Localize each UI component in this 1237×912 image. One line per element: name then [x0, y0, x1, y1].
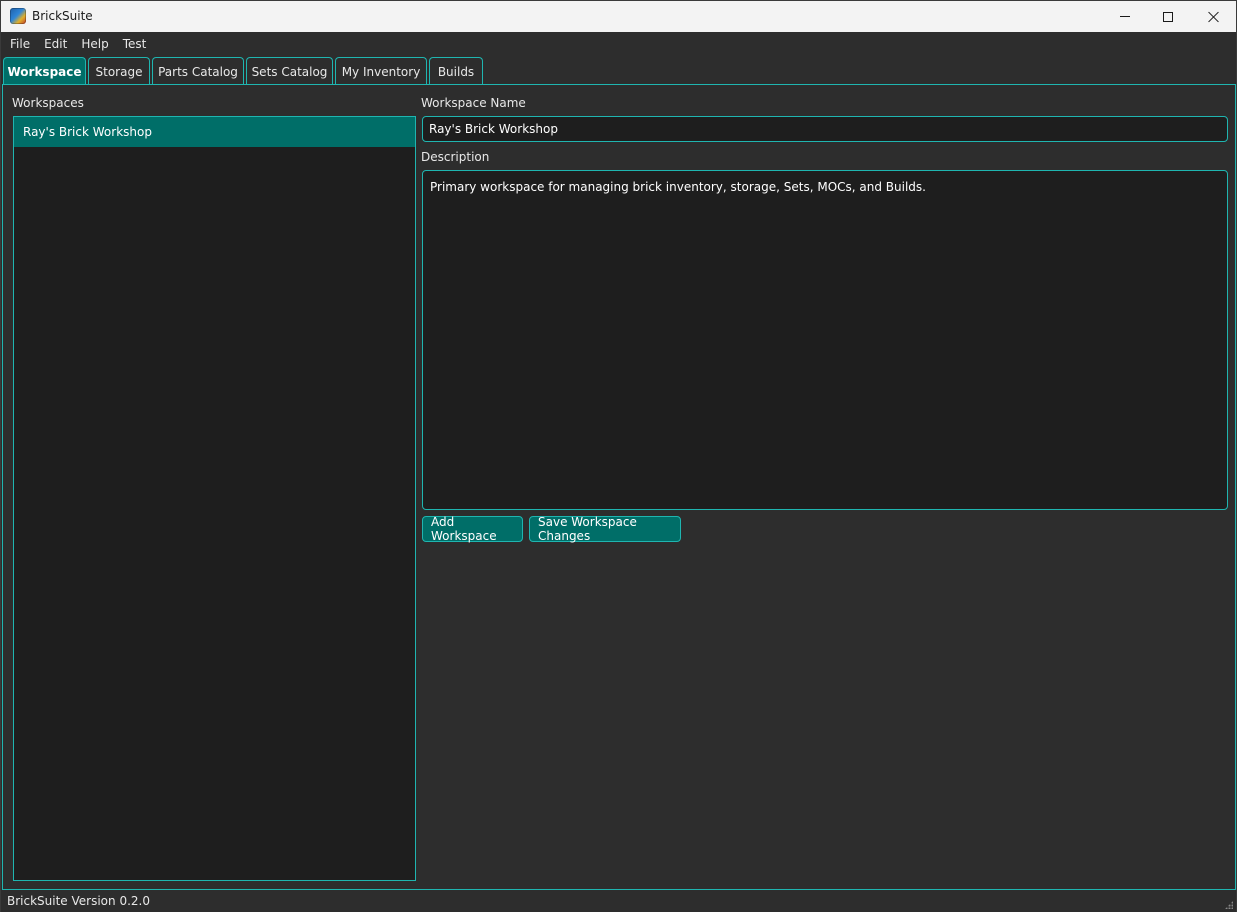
- menu-test[interactable]: Test: [116, 32, 154, 56]
- tab-storage[interactable]: Storage: [88, 57, 150, 85]
- window-title: BrickSuite: [32, 9, 93, 23]
- add-workspace-button[interactable]: Add Workspace: [422, 515, 523, 543]
- menu-edit[interactable]: Edit: [37, 32, 74, 56]
- workspace-panel: Workspaces Ray's Brick Workshop Workspac…: [2, 84, 1236, 890]
- tab-bar: Workspace Storage Parts Catalog Sets Cat…: [1, 57, 1236, 85]
- brick-app-icon: [10, 8, 26, 24]
- workspace-name-label: Workspace Name: [421, 96, 526, 110]
- save-workspace-button[interactable]: Save Workspace Changes: [529, 515, 681, 543]
- workspaces-label: Workspaces: [12, 96, 84, 110]
- description-label: Description: [421, 150, 490, 164]
- app-window: BrickSuite File Edit Help Test Workspace…: [0, 0, 1237, 912]
- description-textarea[interactable]: Primary workspace for managing brick inv…: [422, 170, 1228, 510]
- tab-builds[interactable]: Builds: [429, 57, 483, 85]
- resize-grip-icon[interactable]: [1225, 901, 1233, 909]
- close-icon: [1208, 11, 1220, 23]
- list-item[interactable]: Ray's Brick Workshop: [14, 117, 415, 147]
- maximize-icon: [1163, 11, 1173, 22]
- tab-my-inventory[interactable]: My Inventory: [335, 57, 427, 85]
- title-bar[interactable]: BrickSuite: [1, 1, 1236, 32]
- tab-workspace[interactable]: Workspace: [3, 57, 86, 85]
- tab-sets-catalog[interactable]: Sets Catalog: [246, 57, 333, 85]
- menu-file[interactable]: File: [3, 32, 37, 56]
- close-button[interactable]: [1191, 1, 1237, 32]
- version-text: BrickSuite Version 0.2.0: [7, 894, 150, 908]
- menu-bar: File Edit Help Test: [1, 32, 1236, 56]
- workspace-list[interactable]: Ray's Brick Workshop: [13, 116, 416, 881]
- menu-help[interactable]: Help: [74, 32, 115, 56]
- minimize-icon: [1120, 16, 1130, 17]
- maximize-button[interactable]: [1145, 1, 1191, 32]
- status-bar: BrickSuite Version 0.2.0: [1, 891, 1236, 912]
- workspace-name-input[interactable]: [422, 116, 1228, 142]
- tab-parts-catalog[interactable]: Parts Catalog: [152, 57, 244, 85]
- minimize-button[interactable]: [1102, 1, 1148, 32]
